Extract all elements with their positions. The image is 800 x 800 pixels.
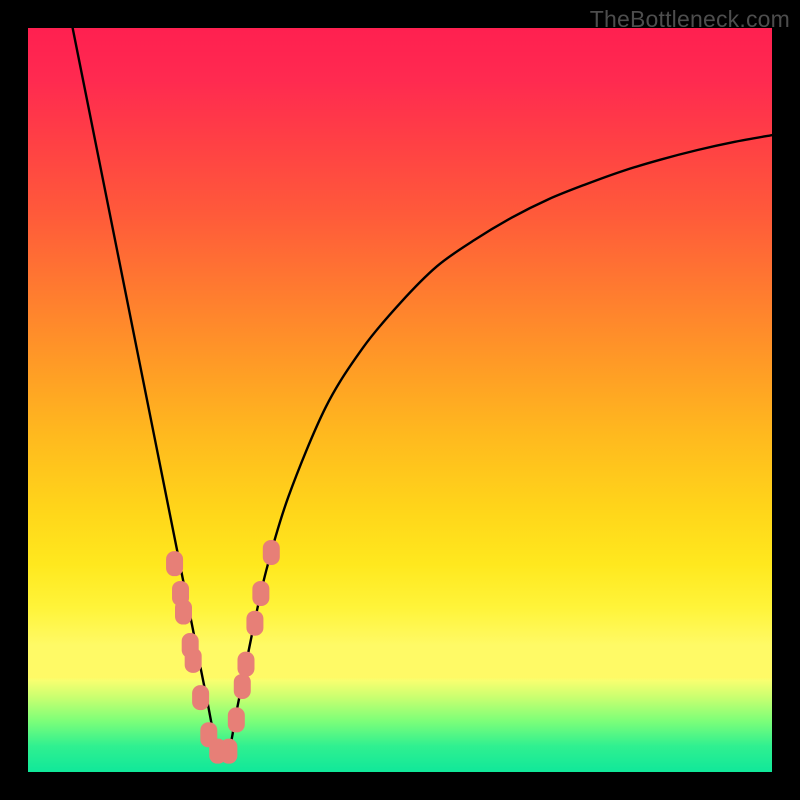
data-marker <box>175 600 192 625</box>
data-marker <box>185 648 202 673</box>
data-marker <box>220 739 237 764</box>
data-marker <box>252 581 269 606</box>
data-marker <box>263 540 280 565</box>
data-marker <box>192 685 209 710</box>
chart-container: TheBottleneck.com <box>0 0 800 800</box>
data-marker <box>228 707 245 732</box>
data-marker <box>237 652 254 677</box>
data-marker <box>234 674 251 699</box>
data-markers <box>166 540 280 764</box>
bottleneck-curve <box>73 28 772 755</box>
plot-area <box>28 28 772 772</box>
data-marker <box>166 551 183 576</box>
data-marker <box>246 611 263 636</box>
chart-curve-layer <box>28 28 772 772</box>
